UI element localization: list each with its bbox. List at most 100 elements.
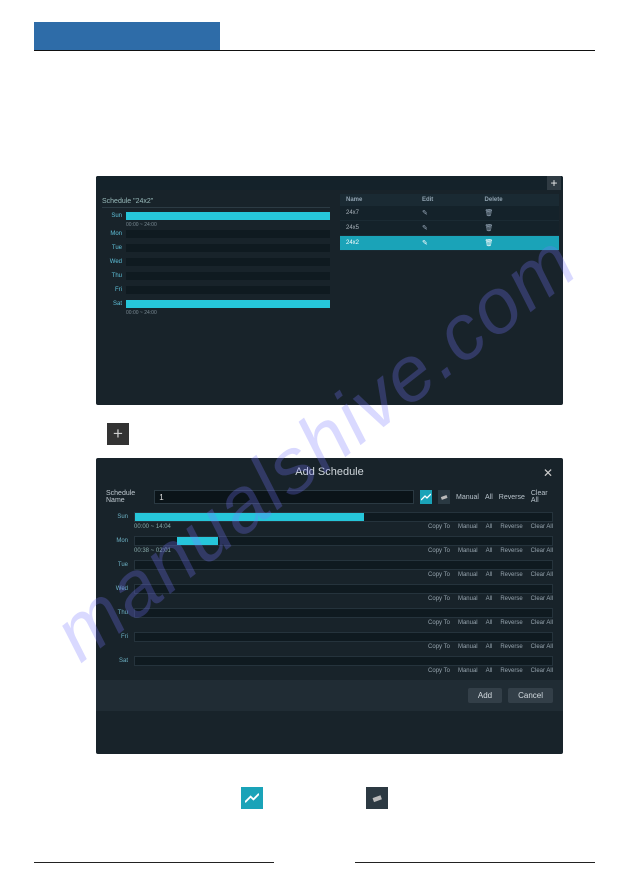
day-label: Thu [102,273,122,279]
reverse-button[interactable]: Reverse [500,548,522,554]
schedule-title: Schedule "24x2" [102,198,330,208]
header-rule [34,50,595,51]
reverse-button[interactable]: Reverse [500,620,522,626]
all-button[interactable]: All [486,548,493,554]
day-label: Wed [102,259,122,265]
copy-to-button[interactable]: Copy To [428,596,450,602]
draw-erase-icon[interactable] [438,490,450,504]
manual-button[interactable]: Manual [458,548,478,554]
timeline-bar[interactable] [134,608,553,618]
toolbar-all[interactable]: All [485,494,493,501]
delete-icon[interactable] [485,224,493,232]
timeline-bar[interactable] [134,560,553,570]
manual-button[interactable]: Manual [458,620,478,626]
timeline-bar[interactable] [126,244,330,252]
timeline-bar[interactable] [134,584,553,594]
day-row: Mon00:38 ~ 02:01Copy ToManualAllReverseC… [106,536,553,558]
manual-button[interactable]: Manual [458,668,478,674]
day-row[interactable]: Mon [102,230,330,238]
copy-to-button[interactable]: Copy To [428,572,450,578]
day-row: SatCopy ToManualAllReverseClear All [106,656,553,678]
reverse-button[interactable]: Reverse [500,668,522,674]
timeline-bar[interactable] [134,512,553,522]
all-button[interactable]: All [486,668,493,674]
delete-icon[interactable] [485,209,493,217]
day-row: Sun00:00 ~ 14:04Copy ToManualAllReverseC… [106,512,553,534]
plus-button-inline[interactable]: + [107,423,129,445]
manual-button[interactable]: Manual [458,644,478,650]
day-label: Tue [102,245,122,251]
timeline-bar[interactable] [126,272,330,280]
timeline-bar[interactable] [126,286,330,294]
day-row[interactable]: Thu [102,272,330,280]
table-row[interactable]: 24x2 [340,236,559,251]
timeline-bar[interactable] [126,212,330,220]
day-row[interactable]: Fri [102,286,330,294]
time-range-label: 00:00 ~ 24:00 [126,222,330,228]
add-schedule-icon[interactable]: + [547,176,561,190]
day-label: Wed [106,586,128,592]
copy-to-button[interactable]: Copy To [428,668,450,674]
clear-all-button[interactable]: Clear All [531,620,553,626]
manual-button[interactable]: Manual [458,596,478,602]
all-button[interactable]: All [486,620,493,626]
toolbar-manual[interactable]: Manual [456,494,479,501]
time-range-label: 00:00 ~ 24:00 [126,310,330,316]
day-row[interactable]: Sun [102,212,330,220]
reverse-button[interactable]: Reverse [500,572,522,578]
timeline-bar[interactable] [126,258,330,266]
day-row[interactable]: Sat [102,300,330,308]
timeline-bar[interactable] [134,656,553,666]
clear-all-button[interactable]: Clear All [531,524,553,530]
schedule-name-input[interactable] [154,490,414,504]
clear-all-button[interactable]: Clear All [531,596,553,602]
copy-to-button[interactable]: Copy To [428,524,450,530]
reverse-button[interactable]: Reverse [500,644,522,650]
toolbar-reverse[interactable]: Reverse [499,494,525,501]
timeline-bar[interactable] [126,230,330,238]
timeline-bar[interactable] [126,300,330,308]
clear-all-button[interactable]: Clear All [531,644,553,650]
all-button[interactable]: All [486,644,493,650]
manual-button[interactable]: Manual [458,572,478,578]
manual-button[interactable]: Manual [458,524,478,530]
footer-rule-right [355,862,595,863]
clear-all-button[interactable]: Clear All [531,548,553,554]
row-sub: Copy To Manual All Reverse Clear All [134,570,553,582]
timeline-bar[interactable] [134,632,553,642]
all-button[interactable]: All [486,596,493,602]
day-row[interactable]: Wed [102,258,330,266]
draw-add-icon[interactable] [420,490,432,504]
all-button[interactable]: All [486,572,493,578]
toolbar-clear-all[interactable]: Clear All [531,490,553,504]
row-name: 24x7 [340,206,416,221]
reverse-button[interactable]: Reverse [500,524,522,530]
fig1-topbar: + [96,176,563,190]
clear-all-button[interactable]: Clear All [531,572,553,578]
edit-icon[interactable] [422,239,430,247]
copy-to-button[interactable]: Copy To [428,644,450,650]
day-row[interactable]: Tue [102,244,330,252]
copy-to-button[interactable]: Copy To [428,548,450,554]
clear-all-button[interactable]: Clear All [531,668,553,674]
col-name: Name [340,194,416,206]
delete-icon[interactable] [485,239,493,247]
edit-icon[interactable] [422,209,430,217]
close-icon[interactable]: ✕ [543,466,553,480]
day-label: Thu [106,610,128,616]
all-button[interactable]: All [486,524,493,530]
day-label: Sun [106,514,128,520]
table-row[interactable]: 24x7 [340,206,559,221]
reverse-button[interactable]: Reverse [500,596,522,602]
erase-mode-icon-inline [366,787,388,809]
cancel-button[interactable]: Cancel [508,688,553,703]
add-schedule-dialog: Add Schedule ✕ Schedule Name Manual All … [96,458,563,754]
add-button[interactable]: Add [468,688,502,703]
table-row[interactable]: 24x5 [340,221,559,236]
timeline-bar[interactable] [134,536,553,546]
row-name: 24x2 [340,236,416,251]
edit-icon[interactable] [422,224,430,232]
row-sub: Copy To Manual All Reverse Clear All [134,642,553,654]
row-sub: 00:38 ~ 02:01Copy ToManualAllReverseClea… [134,546,553,558]
copy-to-button[interactable]: Copy To [428,620,450,626]
